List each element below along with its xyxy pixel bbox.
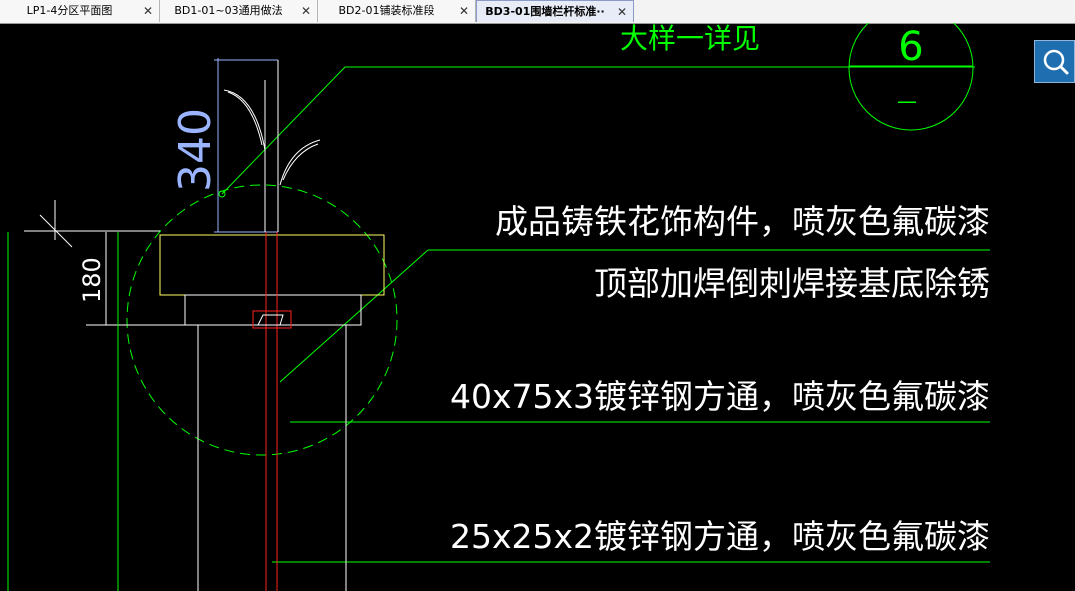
- ornament-leaf-1b: [227, 91, 263, 146]
- close-icon[interactable]: ✕: [459, 0, 469, 22]
- leader-line-2: [279, 249, 429, 383]
- dim-180-text: 180: [78, 257, 106, 303]
- detail-index-dash: —: [897, 89, 917, 113]
- top-partial-text: 大样一详见: [620, 23, 760, 55]
- tab-bd2-01[interactable]: BD2-01铺装标准段 ✕: [318, 0, 476, 22]
- detail-index-number: 6: [898, 24, 923, 70]
- note-3-text: 40x75x3镀锌钢方通，喷灰色氟碳漆: [450, 377, 990, 416]
- note-2-text: 顶部加焊倒刺焊接基底除锈: [594, 264, 990, 303]
- search-icon: [1043, 49, 1069, 75]
- tab-label: LP1-4分区平面图: [26, 4, 113, 17]
- dashed-detail-circle: [126, 184, 398, 456]
- tab-bd1-01[interactable]: BD1-01~03通用做法 ✕: [160, 0, 318, 22]
- ornament-leaf-2: [279, 139, 321, 186]
- tab-label: BD2-01铺装标准段: [338, 4, 435, 17]
- tab-lp1-4[interactable]: LP1-4分区平面图 ✕: [0, 0, 160, 22]
- cad-drawing-canvas[interactable]: 大样一详见 6 — 340 180 成品铸铁花饰构件，喷灰色氟碳漆 顶部加焊倒刺…: [0, 23, 1075, 591]
- post-cap-outline: [159, 234, 385, 296]
- post-collar-outline: [184, 294, 362, 326]
- weld-symbol: [257, 314, 284, 326]
- close-icon[interactable]: ✕: [143, 0, 153, 22]
- tab-bd3-01[interactable]: BD3-01围墙栏杆标准·· ✕: [476, 0, 634, 22]
- ornament-leaf-1: [223, 89, 266, 151]
- close-icon[interactable]: ✕: [617, 1, 627, 23]
- note-1-text: 成品铸铁花饰构件，喷灰色氟碳漆: [495, 202, 990, 241]
- tab-label: BD1-01~03通用做法: [174, 4, 283, 17]
- close-icon[interactable]: ✕: [301, 0, 311, 22]
- search-button[interactable]: [1034, 40, 1075, 83]
- dim-340-text: 340: [170, 108, 221, 192]
- document-tab-bar: LP1-4分区平面图 ✕ BD1-01~03通用做法 ✕ BD2-01铺装标准段…: [0, 0, 1075, 24]
- note-4-text: 25x25x2镀锌钢方通，喷灰色氟碳漆: [450, 517, 990, 556]
- tab-label: BD3-01围墙栏杆标准··: [485, 5, 605, 18]
